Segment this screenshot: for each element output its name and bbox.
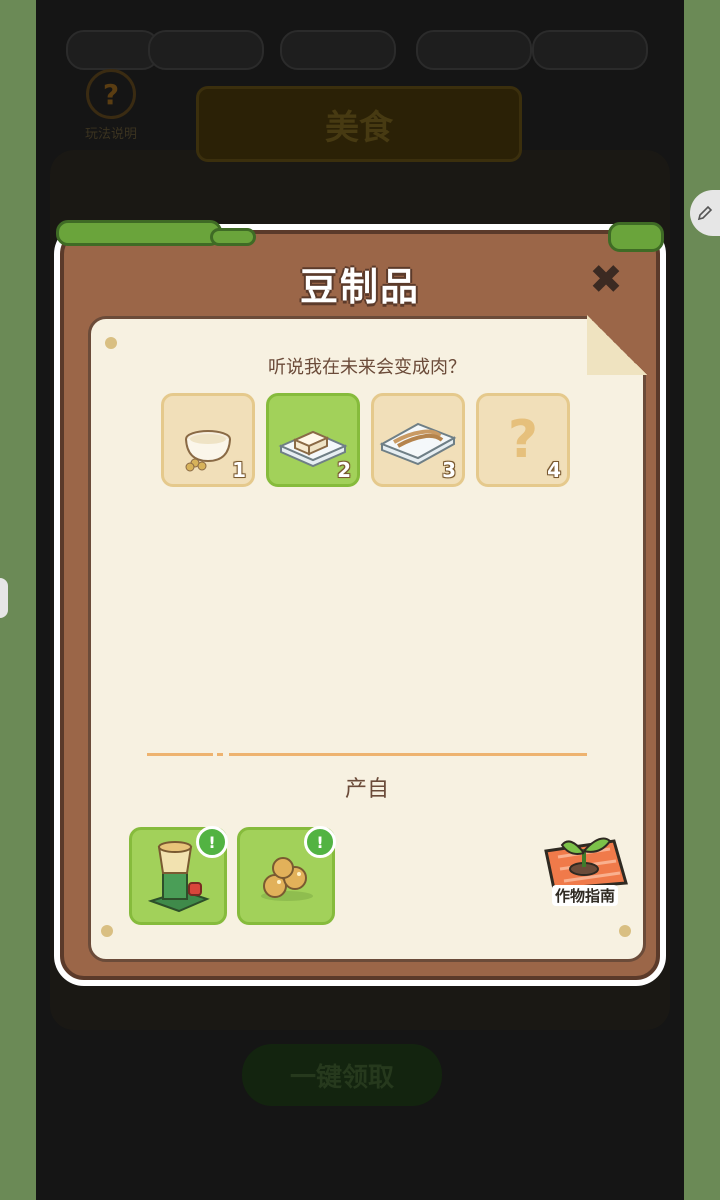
close-icon: ✖ [589, 257, 623, 303]
grass-decoration [56, 220, 222, 246]
crop-guide-button[interactable]: 作物指南 [537, 827, 633, 923]
modal-title: 豆制品 [299, 265, 420, 309]
resource-pill [532, 30, 648, 70]
info-paper: 听说我在未来会变成肉？ 1 2 3 ? 4 产自 ! ! 作物指南 [88, 315, 647, 962]
close-button[interactable]: ✖ [586, 260, 626, 300]
side-handle[interactable] [0, 578, 8, 618]
modal-frame: 豆制品 ✖ 听说我在未来会变成肉？ 1 2 3 ? 4 产自 ! ! 作物指南 [56, 220, 664, 980]
question-icon: ? [86, 69, 136, 119]
item-description: 听说我在未来会变成肉？ [268, 357, 466, 378]
help-label: 玩法说明 [84, 127, 137, 142]
resource-pill [148, 30, 264, 70]
alert-badge: ! [304, 826, 336, 858]
claim-all-button: 一键领取 [242, 1044, 442, 1106]
item-detail-modal: 豆制品 ✖ 听说我在未来会变成肉？ 1 2 3 ? 4 产自 ! ! 作物指南 [54, 220, 666, 986]
divider [147, 753, 213, 756]
unknown-icon: ? [507, 410, 539, 470]
grass-decoration [608, 222, 664, 252]
pencil-tab[interactable] [690, 190, 720, 236]
stage-1[interactable]: 1 [161, 393, 255, 487]
source-soybeans[interactable]: ! [237, 826, 336, 925]
paper-pin [105, 337, 117, 349]
stage-2[interactable]: 2 [266, 393, 360, 487]
source-list: ! ! [129, 826, 336, 925]
resource-pill [280, 30, 396, 70]
stage-3[interactable]: 3 [371, 393, 465, 487]
source-label: 产自 [344, 777, 389, 802]
divider [217, 753, 223, 756]
stage-number: 2 [337, 458, 351, 482]
divider [229, 753, 587, 756]
paper-pin [619, 925, 631, 937]
alert-badge: ! [196, 826, 228, 858]
source-soy-grinder[interactable]: ! [129, 826, 228, 925]
stage-number: 4 [547, 458, 561, 482]
stage-number: 1 [232, 458, 246, 482]
paper-pin [101, 925, 113, 937]
stage-list: 1 2 3 ? 4 [161, 393, 570, 487]
section-title: 美食 [196, 86, 522, 162]
grass-decoration [210, 228, 256, 246]
crop-guide-label: 作物指南 [551, 885, 618, 906]
resource-pill [416, 30, 532, 70]
help-button: ? 玩法说明 [70, 64, 152, 142]
sprout-icon [544, 837, 628, 891]
pencil-icon [697, 205, 713, 221]
stage-4[interactable]: ? 4 [476, 393, 570, 487]
stage-number: 3 [442, 458, 456, 482]
